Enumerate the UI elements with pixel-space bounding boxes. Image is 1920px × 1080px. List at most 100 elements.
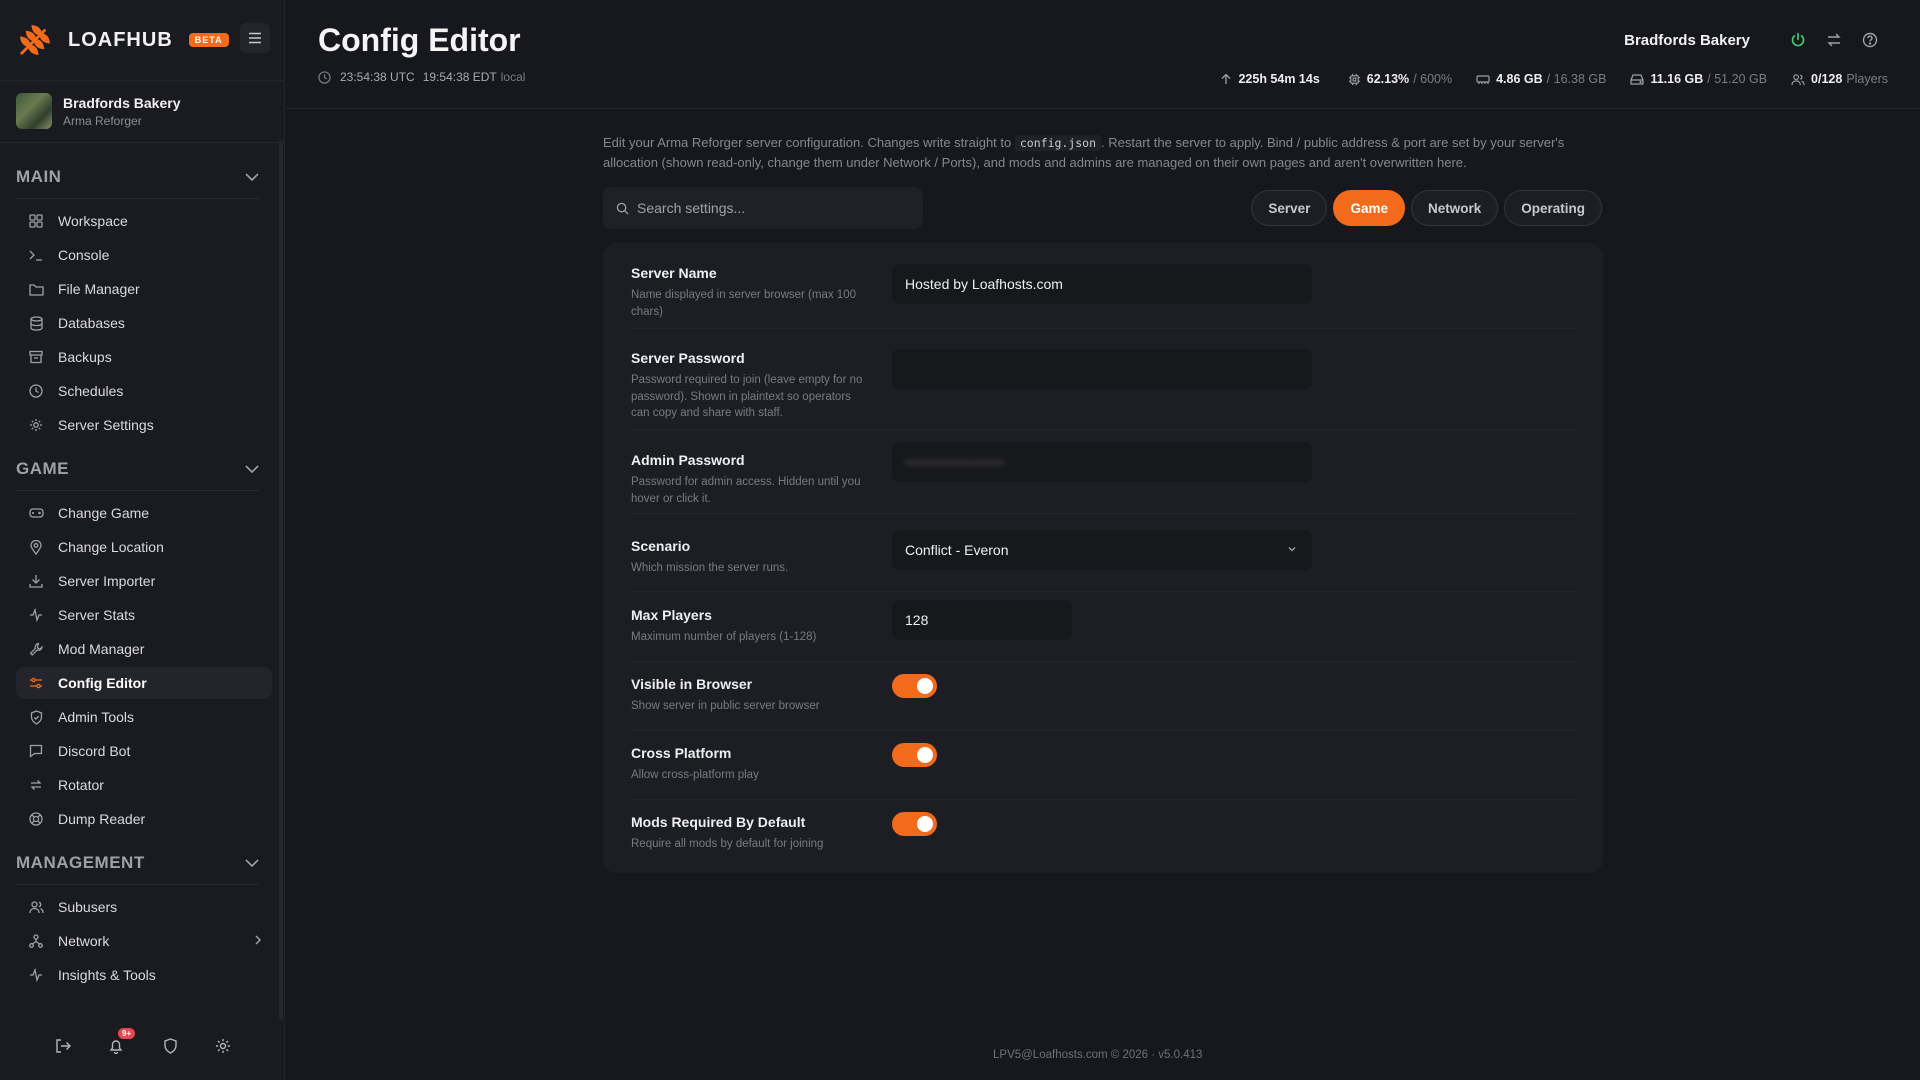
sidebar-item-backups[interactable]: Backups	[16, 341, 272, 373]
repeat-icon	[28, 777, 44, 793]
tab-operating[interactable]: Operating	[1504, 190, 1602, 226]
masked-password: ••••••••••••••••••	[905, 454, 1005, 470]
row-divider	[631, 429, 1575, 430]
sidebar-item-server-settings[interactable]: Server Settings	[16, 409, 272, 441]
toggle-knob	[917, 678, 933, 694]
chat-icon	[28, 743, 44, 759]
switch-server-button[interactable]	[1824, 30, 1844, 50]
sidebar-item-label: Server Importer	[58, 573, 156, 589]
sidebar-item-mod-manager[interactable]: Mod Manager	[16, 633, 272, 665]
menu-toggle-button[interactable]	[240, 23, 270, 53]
sliders-icon	[28, 675, 44, 691]
brand[interactable]: LOAFHUB BETA	[16, 20, 229, 60]
setting-label: Mods Required By Default	[631, 814, 806, 830]
sidebar-item-discord-bot[interactable]: Discord Bot	[16, 735, 272, 767]
memory-max: / 16.38 GB	[1546, 72, 1607, 86]
sidebar-item-label: Dump Reader	[58, 811, 146, 827]
cpu-max: / 600%	[1413, 72, 1453, 86]
row-divider	[631, 328, 1575, 329]
tab-network[interactable]: Network	[1410, 190, 1499, 226]
memory-stat: 4.86 GB / 16.38 GB	[1476, 72, 1606, 86]
cpu-stat: 62.13% / 600%	[1348, 72, 1452, 86]
security-button[interactable]	[154, 1030, 186, 1062]
sidebar-item-label: File Manager	[58, 281, 140, 297]
notifications-button[interactable]: 9+	[100, 1028, 136, 1062]
sidebar-item-databases[interactable]: Databases	[16, 307, 272, 339]
server-switcher[interactable]: Bradfords Bakery Arma Reforger	[16, 93, 181, 129]
server-password-input[interactable]	[892, 349, 1312, 389]
toggle-knob	[917, 747, 933, 763]
divider	[0, 80, 285, 81]
users-icon	[1791, 73, 1805, 85]
uptime-value: 225h 54m 14s	[1238, 72, 1320, 86]
cross-platform-toggle[interactable]	[892, 743, 937, 767]
sidebar-item-label: Rotator	[58, 777, 104, 793]
sidebar-item-insights-tools[interactable]: Insights & Tools	[16, 959, 272, 991]
disk-stat: 11.16 GB / 51.20 GB	[1630, 72, 1767, 86]
swap-icon	[1827, 33, 1841, 47]
disk-max: / 51.20 GB	[1707, 72, 1768, 86]
toggle-knob	[917, 816, 933, 832]
sidebar-item-server-importer[interactable]: Server Importer	[16, 565, 272, 597]
section-management-toggle[interactable]: MANAGEMENT	[16, 853, 259, 873]
sidebar-item-subusers[interactable]: Subusers	[16, 891, 272, 923]
disk-value: 11.16 GB	[1650, 72, 1704, 86]
server-avatar	[16, 93, 52, 129]
footer-text: LPV5@Loafhosts.com © 2026 · v5.0.413	[993, 1049, 1203, 1061]
tab-game[interactable]: Game	[1333, 190, 1405, 226]
notification-badge: 9+	[118, 1028, 136, 1039]
server-game: Arma Reforger	[63, 113, 142, 128]
help-button[interactable]	[1860, 30, 1880, 50]
settings-button[interactable]	[207, 1030, 239, 1062]
sidebar-item-label: Network	[58, 933, 110, 949]
help-icon	[1862, 32, 1878, 48]
sidebar-item-network[interactable]: Network	[16, 925, 272, 957]
sidebar-item-label: Mod Manager	[58, 641, 145, 657]
section-divider	[16, 198, 259, 199]
players-label: Players	[1846, 72, 1888, 86]
chevron-down-icon	[245, 465, 259, 473]
sidebar-scrollbar[interactable]	[279, 140, 283, 1020]
lifebuoy-icon	[28, 811, 44, 827]
tab-server[interactable]: Server	[1251, 190, 1328, 226]
server-stats-bar: 225h 54m 14s 62.13% / 600% 4.86 GB / 16.…	[1196, 72, 1888, 86]
power-button[interactable]	[1788, 30, 1808, 50]
archive-icon	[28, 349, 44, 365]
sidebar-item-change-game[interactable]: Change Game	[16, 497, 272, 529]
page-description: Edit your Arma Reforger server configura…	[603, 133, 1603, 172]
sidebar-item-schedules[interactable]: Schedules	[16, 375, 272, 407]
local-label: local	[500, 70, 526, 84]
setting-description: Maximum number of players (1-128)	[631, 631, 817, 643]
sidebar-item-server-stats[interactable]: Server Stats	[16, 599, 272, 631]
sidebar-item-admin-tools[interactable]: Admin Tools	[16, 701, 272, 733]
divider	[0, 142, 285, 143]
scenario-select[interactable]: Conflict - Everon	[892, 530, 1312, 570]
settings-search-input[interactable]: Search settings...	[603, 187, 923, 229]
sidebar-item-label: Change Game	[58, 505, 150, 521]
sidebar-item-label: Workspace	[58, 213, 128, 229]
sidebar-item-console[interactable]: Console	[16, 239, 272, 271]
players-stat: 0/128 Players	[1791, 72, 1888, 86]
logout-button[interactable]	[47, 1030, 79, 1062]
section-main-toggle[interactable]: MAIN	[16, 167, 259, 187]
mods-required-toggle[interactable]	[892, 812, 937, 836]
section-divider	[16, 884, 259, 885]
search-icon	[616, 202, 629, 215]
sidebar-item-rotator[interactable]: Rotator	[16, 769, 272, 801]
sidebar-item-dump-reader[interactable]: Dump Reader	[16, 803, 272, 835]
section-game-toggle[interactable]: GAME	[16, 459, 259, 479]
description-text: Edit your Arma Reforger server configura…	[603, 135, 1012, 150]
header-server-name: Bradfords Bakery	[1624, 31, 1750, 49]
search-placeholder: Search settings...	[637, 200, 746, 216]
sidebar-item-change-location[interactable]: Change Location	[16, 531, 272, 563]
server-name-input[interactable]: Hosted by Loafhosts.com	[892, 264, 1312, 304]
chevron-down-icon	[1288, 547, 1296, 552]
sidebar-item-file-manager[interactable]: File Manager	[16, 273, 272, 305]
sidebar: LOAFHUB BETA Bradfords Bakery Arma Refor…	[0, 0, 285, 1080]
max-players-input[interactable]: 128	[892, 600, 1072, 640]
admin-password-input[interactable]: ••••••••••••••••••	[892, 442, 1312, 482]
visible-in-browser-toggle[interactable]	[892, 674, 937, 698]
sidebar-item-config-editor[interactable]: Config Editor	[16, 667, 272, 699]
shield-icon	[163, 1038, 177, 1054]
sidebar-item-workspace[interactable]: Workspace	[16, 205, 272, 237]
